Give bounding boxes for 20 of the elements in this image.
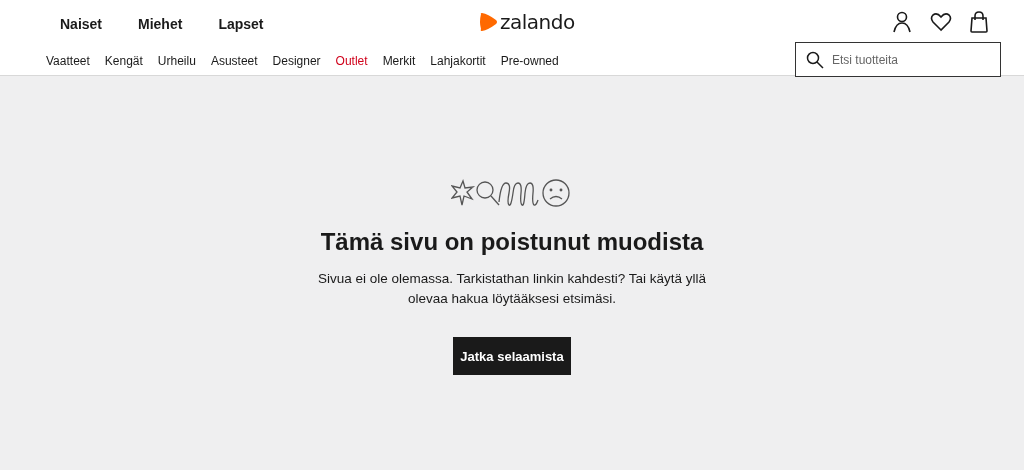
bag-icon[interactable] bbox=[970, 11, 988, 33]
error-title: Tämä sivu on poistunut muodista bbox=[320, 228, 704, 256]
continue-button[interactable]: Jatka selaamista bbox=[453, 337, 571, 375]
category-link[interactable]: Lahjakortit bbox=[430, 54, 486, 68]
logo[interactable]: zalando bbox=[478, 10, 575, 34]
search-field[interactable]: Etsi tuotteita bbox=[795, 42, 1001, 77]
gender-link[interactable]: Lapset bbox=[218, 16, 264, 32]
error-message: Sivua ei ole olemassa. Tarkistathan linkin kahdesti? Tai käytä yllä olevaa hakua löytääksesi etsimäsi. bbox=[316, 270, 708, 308]
category-link[interactable]: Merkit bbox=[382, 54, 416, 68]
account-icon[interactable] bbox=[892, 11, 912, 33]
category-link[interactable]: Urheilu bbox=[157, 54, 196, 68]
gender-link[interactable]: Naiset bbox=[60, 16, 103, 32]
category-link[interactable]: Kengät bbox=[104, 54, 143, 68]
category-link[interactable]: Vaatteet bbox=[46, 54, 90, 68]
gender-link[interactable]: Miehet bbox=[138, 16, 183, 32]
category-link[interactable]: Asusteet bbox=[210, 54, 258, 68]
category-link[interactable]: Designer bbox=[272, 54, 321, 68]
category-link[interactable]: Outlet bbox=[335, 54, 368, 68]
category-link[interactable]: Pre-owned bbox=[500, 54, 559, 68]
heart-icon[interactable] bbox=[930, 12, 952, 32]
